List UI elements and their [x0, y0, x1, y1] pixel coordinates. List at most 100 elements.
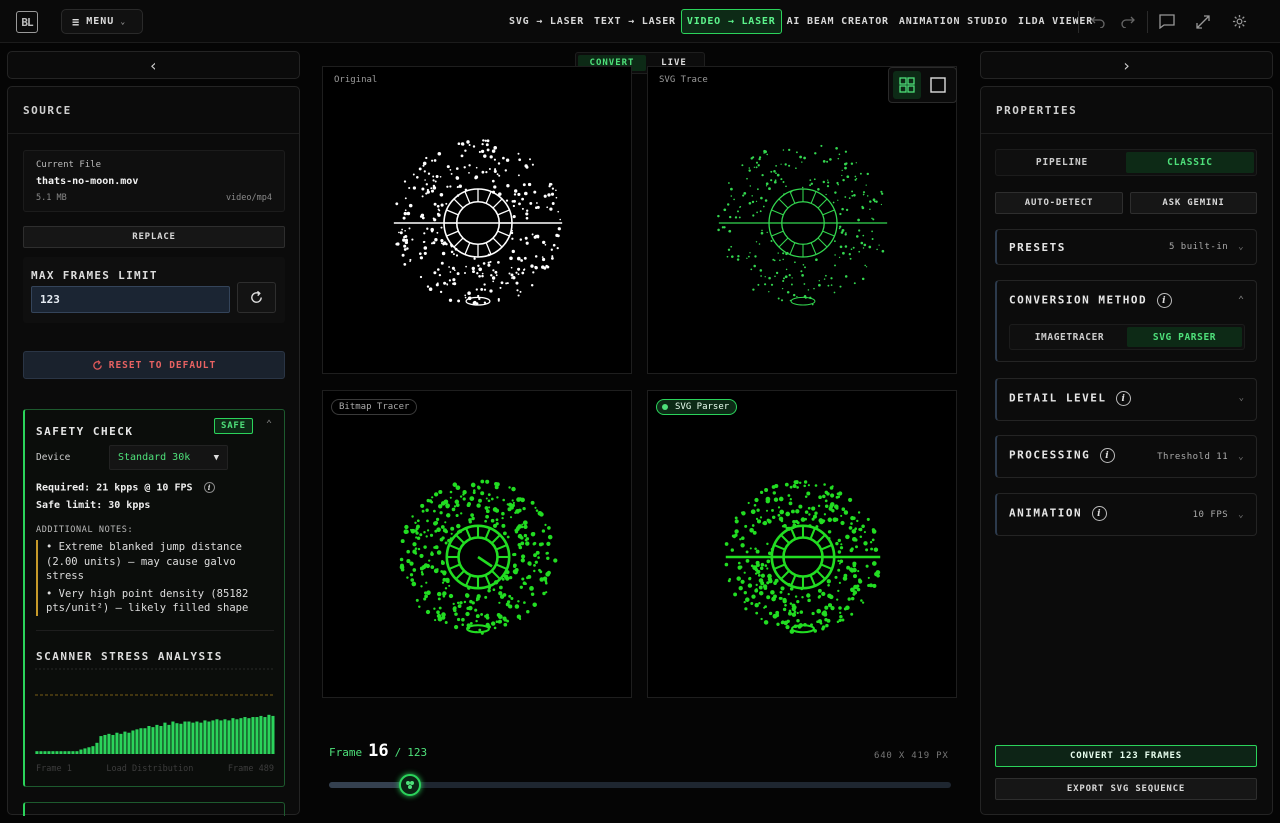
refresh-button[interactable] — [237, 282, 276, 313]
laser-point — [525, 537, 530, 541]
conversion-title-row[interactable]: CONVERSION METHOD i — [1009, 293, 1173, 308]
option-svg-parser[interactable]: SVG PARSER — [1127, 327, 1242, 347]
original-preview-image — [393, 139, 563, 306]
laser-point — [521, 197, 524, 201]
chat-icon[interactable] — [1152, 9, 1182, 34]
laser-point — [863, 243, 867, 247]
stress-bar — [95, 742, 99, 754]
laser-point — [455, 485, 461, 491]
svg-trace-label: SVG Trace — [659, 75, 708, 85]
laser-point — [763, 149, 766, 153]
laser-point — [406, 211, 411, 216]
export-svg-button[interactable]: EXPORT SVG SEQUENCE — [995, 778, 1257, 800]
info-icon[interactable]: i — [1092, 506, 1108, 521]
laser-point — [439, 511, 443, 515]
scrubber-fill — [329, 782, 410, 788]
option-imagetracer[interactable]: IMAGETRACER — [1012, 327, 1127, 347]
laser-point — [445, 504, 450, 509]
convert-frames-button[interactable]: CONVERT 123 FRAMES — [995, 745, 1257, 767]
presets-section[interactable]: PRESETS 5 built-in ⌄ — [995, 229, 1257, 265]
frame-scrubber[interactable] — [329, 774, 951, 796]
detail-level-section[interactable]: DETAIL LEVEL i ⌄ — [995, 378, 1257, 421]
redo-icon[interactable] — [1113, 9, 1143, 34]
laser-point — [412, 568, 417, 572]
nav-video-laser[interactable]: VIDEO → LASER — [680, 9, 782, 34]
laser-point — [730, 187, 733, 191]
tab-pipeline[interactable]: PIPELINE — [998, 152, 1126, 173]
laser-point — [555, 189, 557, 192]
scrubber-thumb[interactable] — [398, 774, 421, 796]
app-logo[interactable]: BL — [16, 11, 38, 33]
processing-section[interactable]: PROCESSING i Threshold 11 ⌄ — [995, 435, 1257, 478]
laser-point — [503, 622, 508, 627]
device-value: Standard 30k — [118, 452, 191, 463]
nav-animation-studio[interactable]: ANIMATION STUDIO — [894, 9, 1013, 34]
laser-point — [786, 619, 790, 624]
gear-icon[interactable] — [1224, 9, 1254, 34]
laser-point — [510, 596, 514, 601]
laser-point — [764, 564, 768, 567]
nav-svg-laser[interactable]: SVG → LASER — [504, 9, 589, 34]
laser-point — [534, 560, 538, 564]
laser-point — [768, 579, 773, 584]
laser-point — [726, 255, 729, 258]
laser-point — [755, 161, 759, 164]
right-collapse-bar[interactable]: › — [980, 51, 1273, 79]
info-icon[interactable]: i — [1157, 293, 1173, 308]
nav-text-laser[interactable]: TEXT → LASER — [589, 9, 681, 34]
svg-parser-label[interactable]: SVG Parser — [656, 399, 738, 415]
stress-bar — [43, 751, 47, 754]
auto-detect-button[interactable]: AUTO-DETECT — [995, 192, 1123, 214]
laser-point — [717, 214, 720, 218]
laser-point — [828, 519, 831, 522]
current-file-card: Current File thats-no-moon.mov 5.1 MB vi… — [23, 150, 285, 212]
laser-point — [845, 605, 850, 610]
laser-point — [804, 266, 806, 269]
laser-point — [525, 212, 529, 216]
laser-point — [864, 264, 866, 267]
device-select[interactable]: Standard 30k ▼ — [109, 445, 228, 470]
laser-point — [501, 511, 505, 516]
laser-point — [533, 190, 537, 194]
ask-gemini-button[interactable]: ASK GEMINI — [1130, 192, 1257, 214]
chevron-up-icon[interactable]: ⌃ — [1238, 295, 1244, 306]
laser-point — [471, 266, 475, 271]
max-frames-input[interactable]: 123 — [31, 286, 230, 313]
spoke-line — [464, 242, 471, 255]
info-icon[interactable]: i — [203, 482, 215, 493]
laser-point — [759, 490, 764, 495]
laser-point — [736, 576, 741, 581]
expand-icon[interactable] — [1188, 9, 1218, 34]
menu-button[interactable]: ≡ MENU ⌄ — [61, 9, 143, 34]
tab-classic[interactable]: CLASSIC — [1126, 152, 1254, 173]
undo-icon[interactable] — [1083, 9, 1113, 34]
frame-total: 123 — [407, 746, 428, 759]
grid-view-icon[interactable] — [893, 71, 922, 99]
auto-detect-label: AUTO-DETECT — [1024, 198, 1094, 208]
animation-section[interactable]: ANIMATION i 10 FPS ⌄ — [995, 493, 1257, 536]
laser-point — [455, 254, 459, 257]
laser-point — [485, 514, 489, 519]
laser-point — [829, 158, 832, 161]
info-icon[interactable]: i — [1100, 448, 1116, 463]
left-collapse-bar[interactable]: ‹ — [7, 51, 300, 79]
laser-point — [743, 192, 747, 195]
laser-point — [830, 493, 835, 498]
laser-point — [493, 169, 497, 173]
bitmap-tracer-label[interactable]: Bitmap Tracer — [331, 399, 418, 415]
laser-point — [834, 575, 838, 579]
laser-point — [490, 518, 495, 523]
laser-point — [793, 480, 798, 484]
reset-default-button[interactable]: RESET TO DEFAULT — [23, 351, 285, 379]
info-icon[interactable]: i — [1116, 391, 1132, 406]
single-view-icon[interactable] — [924, 71, 952, 99]
laser-point — [485, 479, 490, 484]
laser-point — [453, 269, 456, 272]
safety-header[interactable]: SAFETY CHECK SAFE ⌃ — [36, 418, 276, 438]
laser-point — [854, 538, 858, 542]
laser-point — [510, 277, 513, 279]
laser-point — [435, 175, 439, 178]
laser-point — [533, 569, 536, 573]
nav-ai-beam-creator[interactable]: AI BEAM CREATOR — [782, 9, 894, 34]
replace-button[interactable]: REPLACE — [23, 226, 285, 248]
